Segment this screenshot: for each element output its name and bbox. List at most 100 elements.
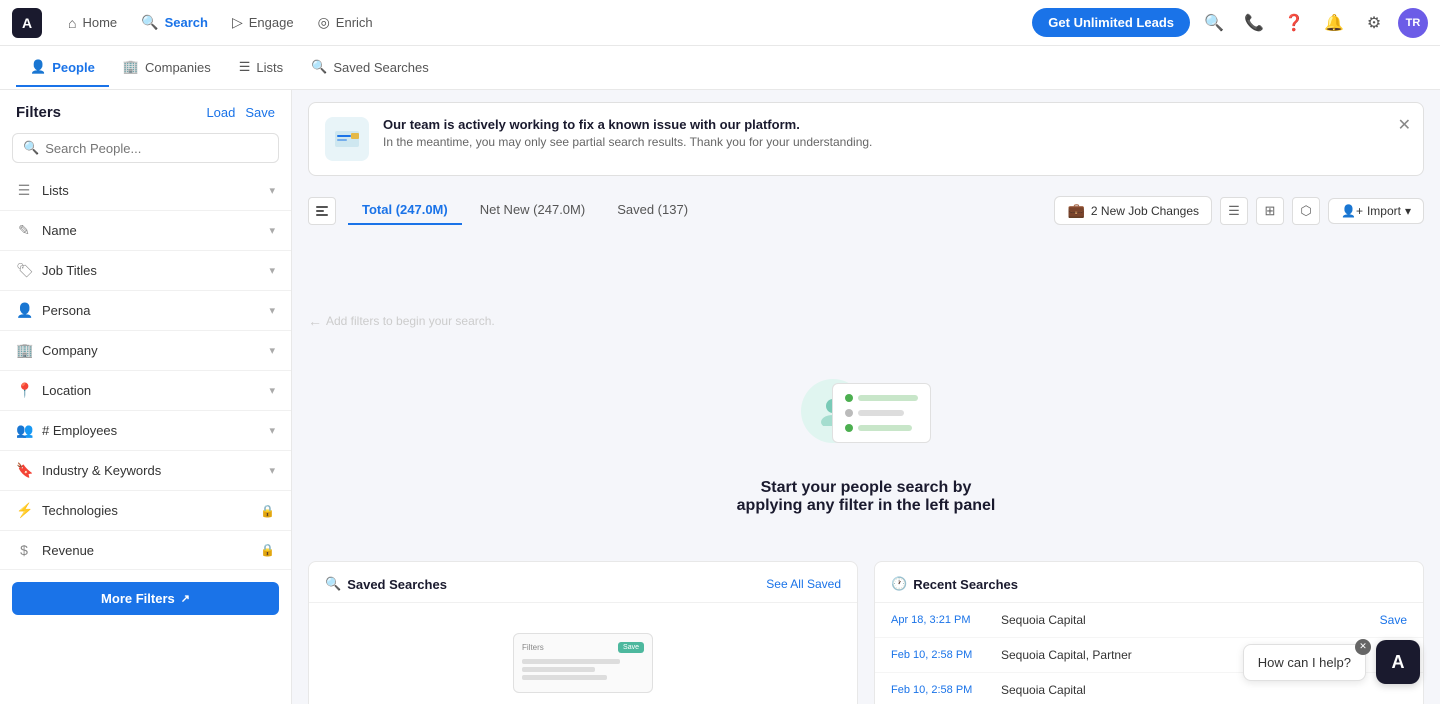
saved-searches-title: 🔍 Saved Searches <box>325 576 447 592</box>
chat-avatar-button[interactable]: A <box>1376 640 1420 684</box>
subnav-companies-label: Companies <box>145 60 211 75</box>
subnav-people[interactable]: 👤 People <box>16 49 109 87</box>
filter-persona-label: Persona <box>42 303 90 318</box>
chevron-down-icon: ▾ <box>269 304 275 317</box>
persona-filter-icon: 👤 <box>16 302 32 319</box>
help-icon-button[interactable]: ❓ <box>1278 7 1310 39</box>
filter-company[interactable]: 🏢 Company ▾ <box>0 331 291 371</box>
filter-employees[interactable]: 👥 # Employees ▾ <box>0 411 291 451</box>
nav-engage[interactable]: ▷ Engage <box>222 8 304 37</box>
subnav-lists[interactable]: ☰ Lists <box>225 49 297 87</box>
phone-icon-button[interactable]: 📞 <box>1238 7 1270 39</box>
alert-banner: Our team is actively working to fix a kn… <box>308 102 1424 176</box>
nav-right: Get Unlimited Leads 🔍 📞 ❓ 🔔 ⚙ TR <box>1032 7 1428 39</box>
filter-name[interactable]: ✎ Name ▾ <box>0 211 291 251</box>
recent-searches-clock-icon: 🕐 <box>891 576 907 592</box>
nav-enrich[interactable]: ◎ Enrich <box>308 8 383 37</box>
lock-icon: 🔒 <box>260 543 275 557</box>
empty-state: Start your people search by applying any… <box>292 329 1440 561</box>
empty-lines-card <box>832 383 931 443</box>
filter-industry-keywords[interactable]: 🔖 Industry & Keywords ▾ <box>0 451 291 491</box>
tab-saved[interactable]: Saved (137) <box>603 196 702 225</box>
filter-revenue[interactable]: $ Revenue 🔒 <box>0 531 291 570</box>
engage-icon: ▷ <box>232 14 243 31</box>
list-view-button[interactable]: ☰ <box>1220 197 1248 225</box>
filter-name-label: Name <box>42 223 77 238</box>
save-link[interactable]: Save <box>245 105 275 120</box>
bell-icon-button[interactable]: 🔔 <box>1318 7 1350 39</box>
nav-home[interactable]: ⌂ Home <box>58 9 127 37</box>
location-filter-icon: 📍 <box>16 382 32 399</box>
add-filters-hint: ← Add filters to begin your search. <box>292 233 495 329</box>
empty-state-title: Start your people search by applying any… <box>737 479 996 515</box>
employees-filter-icon: 👥 <box>16 422 32 439</box>
search-icon: 🔍 <box>141 14 158 31</box>
recent-save-0[interactable]: Save <box>1380 613 1407 627</box>
collapse-sidebar-button[interactable] <box>308 197 336 225</box>
filter-employees-label: # Employees <box>42 423 117 438</box>
empty-illustration <box>801 369 931 459</box>
filter-location-label: Location <box>42 383 91 398</box>
home-icon: ⌂ <box>68 15 76 31</box>
search-people-field[interactable]: 🔍 <box>12 133 279 163</box>
grid-view-button[interactable]: ⊞ <box>1256 197 1284 225</box>
tab-total[interactable]: Total (247.0M) <box>348 196 462 225</box>
saved-searches-header: 🔍 Saved Searches See All Saved <box>309 562 857 603</box>
job-changes-button[interactable]: 💼 2 New Job Changes <box>1054 196 1212 225</box>
external-link-icon: ↗ <box>181 592 190 605</box>
filter-persona[interactable]: 👤 Persona ▾ <box>0 291 291 331</box>
main-content: Our team is actively working to fix a kn… <box>292 90 1440 704</box>
companies-icon: 🏢 <box>123 59 139 75</box>
alert-title: Our team is actively working to fix a kn… <box>383 117 1407 132</box>
chat-bubble: How can I help? ✕ A <box>1243 640 1420 684</box>
filter-job-titles[interactable]: 🏷 Job Titles ▾ <box>0 251 291 291</box>
sidebar-title: Filters <box>16 104 61 121</box>
job-changes-label: 2 New Job Changes <box>1091 204 1199 218</box>
subnav-saved-searches[interactable]: 🔍 Saved Searches <box>297 49 443 87</box>
people-icon: 👤 <box>30 59 46 75</box>
nav-home-label: Home <box>82 15 117 30</box>
saved-searches-icon: 🔍 <box>325 576 341 592</box>
filter-location[interactable]: 📍 Location ▾ <box>0 371 291 411</box>
subnav-people-label: People <box>52 60 95 75</box>
chevron-down-icon: ▾ <box>269 384 275 397</box>
filter-technologies[interactable]: ⚡ Technologies 🔒 <box>0 491 291 531</box>
saved-searches-panel: 🔍 Saved Searches See All Saved Filters S… <box>308 561 858 704</box>
user-avatar[interactable]: TR <box>1398 8 1428 38</box>
export-view-button[interactable]: ⬡ <box>1292 197 1320 225</box>
logo[interactable]: A <box>12 8 42 38</box>
get-unlimited-leads-button[interactable]: Get Unlimited Leads <box>1032 8 1190 37</box>
sidebar: Filters Load Save 🔍 ☰ Lists ▾ ✎ Name ▾ <box>0 90 292 704</box>
more-filters-button[interactable]: More Filters ↗ <box>12 582 279 615</box>
import-label: Import <box>1367 204 1401 218</box>
alert-close-button[interactable]: ✕ <box>1398 115 1411 135</box>
load-link[interactable]: Load <box>206 105 235 120</box>
collapse-icon <box>315 204 329 218</box>
recent-searches-title: 🕐 Recent Searches <box>891 576 1018 592</box>
nav-engage-label: Engage <box>249 15 294 30</box>
more-filters-label: More Filters <box>101 591 175 606</box>
filter-job-titles-label: Job Titles <box>42 263 97 278</box>
alert-desc: In the meantime, you may only see partia… <box>383 135 1407 149</box>
revenue-filter-icon: $ <box>16 542 32 558</box>
tabs-right-actions: 💼 2 New Job Changes ☰ ⊞ ⬡ 👤+ Import ▾ <box>1054 196 1424 225</box>
import-button[interactable]: 👤+ Import ▾ <box>1328 198 1424 224</box>
search-people-input[interactable] <box>45 141 268 156</box>
subnav-lists-label: Lists <box>256 60 283 75</box>
filter-lists[interactable]: ☰ Lists ▾ <box>0 171 291 211</box>
saved-search-preview: Filters Save <box>513 633 653 693</box>
nav-search[interactable]: 🔍 Search <box>131 8 218 37</box>
tab-net-new[interactable]: Net New (247.0M) <box>466 196 599 225</box>
arrow-left-icon: ← <box>308 313 322 329</box>
recent-search-item-0: Apr 18, 3:21 PM Sequoia Capital Save <box>875 603 1423 638</box>
alert-icon-box <box>325 117 369 161</box>
subnav-companies[interactable]: 🏢 Companies <box>109 49 225 87</box>
filter-revenue-label: Revenue <box>42 543 94 558</box>
search-people-icon: 🔍 <box>23 140 39 156</box>
chat-close-button[interactable]: ✕ <box>1355 639 1371 655</box>
job-titles-filter-icon: 🏷 <box>16 262 32 279</box>
industry-keywords-filter-icon: 🔖 <box>16 462 32 479</box>
search-nav-icon-button[interactable]: 🔍 <box>1198 7 1230 39</box>
see-all-saved-link[interactable]: See All Saved <box>766 577 841 591</box>
settings-icon-button[interactable]: ⚙ <box>1358 7 1390 39</box>
